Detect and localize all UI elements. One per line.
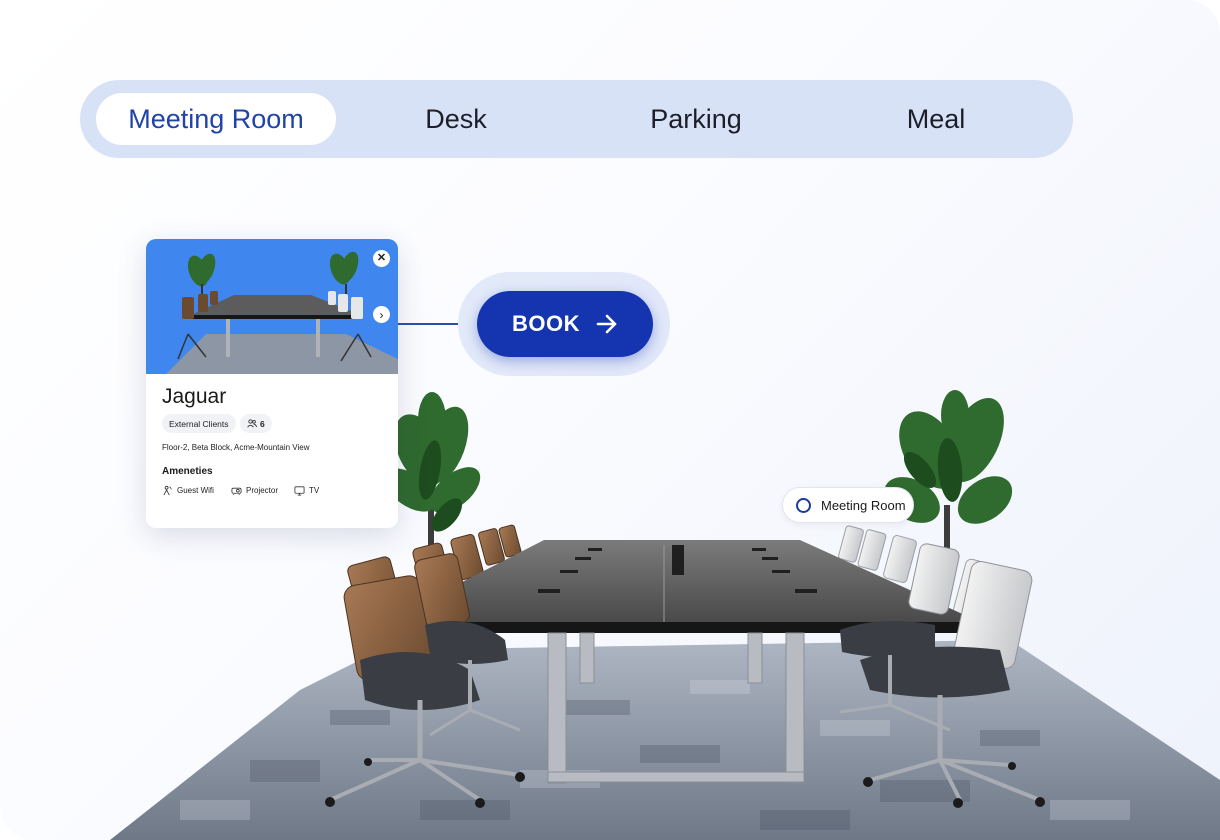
room-photo: ✕ › <box>146 239 398 374</box>
meeting-room-marker[interactable]: Meeting Room <box>782 487 914 523</box>
people-icon <box>247 419 257 428</box>
book-button-label: BOOK <box>512 311 580 336</box>
audience-tag: External Clients <box>162 414 236 433</box>
amenity-label: Projector <box>246 486 279 495</box>
amenity-guest-wifi: Guest Wifi <box>162 485 214 496</box>
room-name: Jaguar <box>162 385 227 408</box>
book-button[interactable]: BOOK <box>477 291 653 357</box>
booking-type-tabbar: Meeting Room Desk Parking Meal <box>80 80 1073 158</box>
tv-icon <box>294 486 305 496</box>
amenity-tv: TV <box>294 485 319 496</box>
projector-icon <box>231 487 242 496</box>
amenity-label: Guest Wifi <box>177 486 214 495</box>
amenities-heading: Ameneties <box>162 466 213 477</box>
capacity-badge: 6 <box>240 414 272 433</box>
wifi-user-icon <box>163 485 172 496</box>
room-address: Floor-2, Beta Block, Acme-Mountain View <box>162 443 310 452</box>
tab-parking[interactable]: Parking <box>576 93 816 145</box>
capacity-value: 6 <box>260 418 265 429</box>
tab-meal[interactable]: Meal <box>816 93 1056 145</box>
amenity-projector: Projector <box>231 485 278 496</box>
tab-desk[interactable]: Desk <box>336 93 576 145</box>
chevron-right-icon[interactable]: › <box>373 306 390 323</box>
room-photo-image <box>166 251 398 374</box>
location-dot-icon <box>796 497 811 513</box>
meeting-room-marker-label: Meeting Room <box>821 497 906 513</box>
tab-meeting-room[interactable]: Meeting Room <box>96 93 336 145</box>
arrow-right-icon <box>596 314 617 334</box>
close-icon[interactable]: ✕ <box>373 250 390 267</box>
card-connector-line <box>398 323 458 325</box>
room-card: ✕ › Jaguar External Clients 6 Floor-2, B… <box>146 239 398 528</box>
amenity-label: TV <box>309 486 320 495</box>
